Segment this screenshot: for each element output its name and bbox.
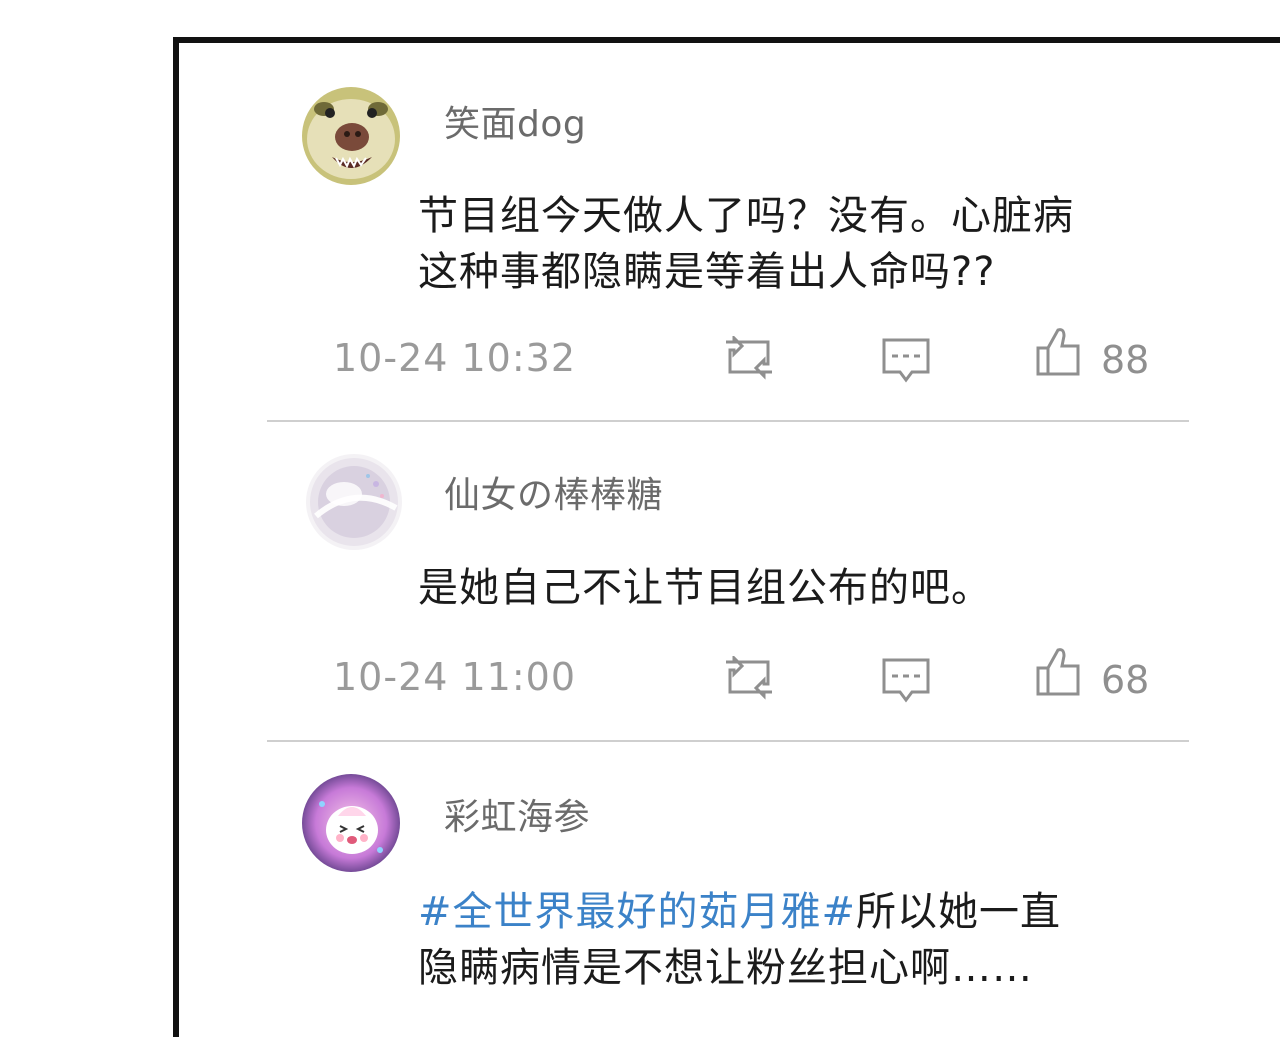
repost-icon[interactable] bbox=[720, 654, 778, 706]
comment-text: 是她自己不让节目组公布的吧。 bbox=[418, 565, 992, 611]
divider bbox=[267, 740, 1189, 742]
comment-text: 节目组今天做人了吗？没有。心脏病这种事都隐瞒是等着出人命吗?? bbox=[418, 193, 1074, 295]
comment-username[interactable]: 仙女の棒棒糖 bbox=[444, 466, 663, 518]
thumbs-up-icon[interactable] bbox=[1036, 326, 1082, 382]
comment-timestamp: 10-24 11:00 bbox=[333, 655, 577, 699]
like-count: 68 bbox=[1101, 658, 1150, 702]
lollipop-avatar[interactable] bbox=[306, 454, 402, 550]
comment-icon[interactable] bbox=[882, 338, 930, 388]
comment-icon[interactable] bbox=[882, 658, 930, 708]
cartoon-sea-cucumber-avatar[interactable] bbox=[302, 774, 400, 872]
comment-username[interactable]: 彩虹海参 bbox=[444, 788, 590, 840]
divider bbox=[267, 420, 1189, 422]
comment-timestamp: 10-24 10:32 bbox=[333, 336, 577, 380]
comment-text: #全世界最好的茹月雅#所以她一直隐瞒病情是不想让粉丝担心啊…… bbox=[418, 884, 1098, 996]
dog-face-avatar[interactable] bbox=[302, 87, 400, 185]
repost-icon[interactable] bbox=[720, 334, 778, 386]
like-count: 88 bbox=[1101, 338, 1150, 382]
hashtag-link[interactable]: #全世界最好的茹月雅# bbox=[418, 889, 856, 935]
thumbs-up-icon[interactable] bbox=[1036, 646, 1082, 702]
comment-username[interactable]: 笑面dog bbox=[444, 95, 586, 147]
